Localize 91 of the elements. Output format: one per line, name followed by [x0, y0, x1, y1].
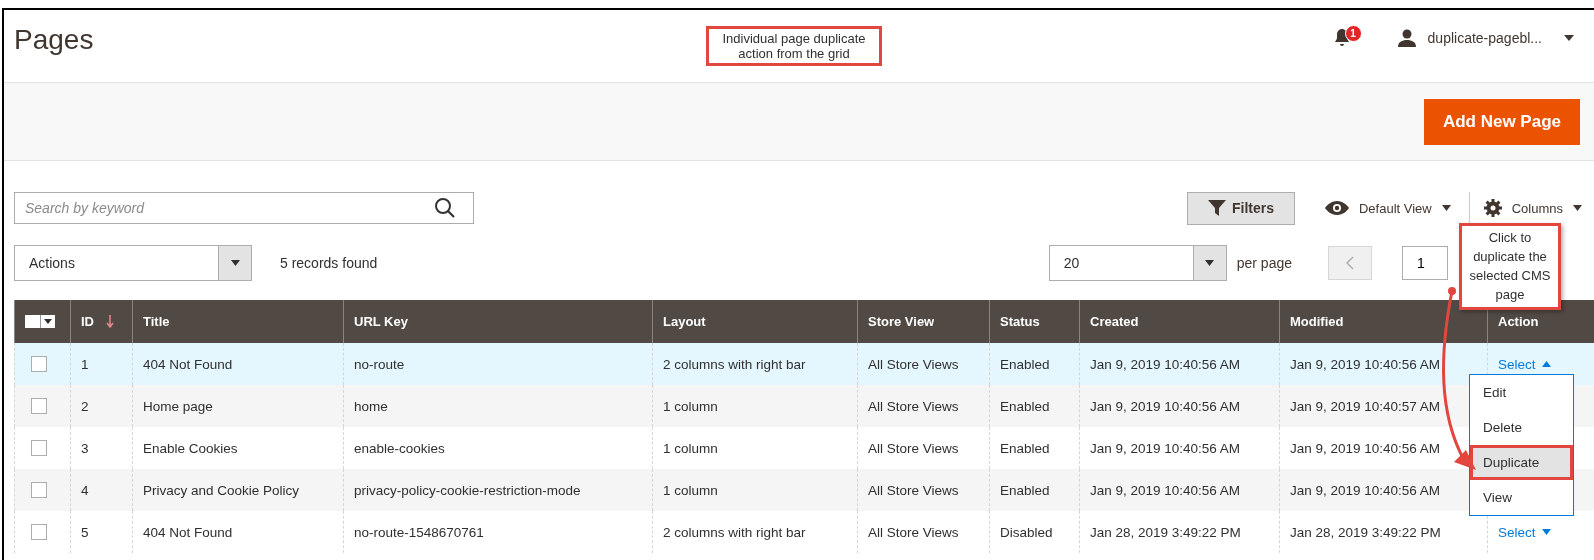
table-cell: no-route — [354, 356, 405, 372]
select-link[interactable]: Select — [1498, 524, 1551, 540]
caret-icon[interactable] — [1564, 35, 1574, 41]
column-header[interactable]: ID — [81, 314, 94, 329]
table-cell: All Store Views — [868, 356, 959, 372]
row-checkbox[interactable] — [31, 356, 47, 372]
row-checkbox[interactable] — [31, 440, 47, 456]
table-cell: 4 — [81, 482, 89, 498]
table-cell: All Store Views — [868, 398, 959, 414]
table-cell: enable-cookies — [354, 440, 445, 456]
column-header[interactable]: Store View — [868, 314, 935, 329]
user-menu[interactable]: duplicate-pagebl... — [1427, 30, 1542, 46]
user-icon — [1397, 29, 1416, 47]
table-cell: Jan 9, 2019 10:40:56 AM — [1090, 398, 1241, 414]
search-icon[interactable] — [434, 197, 456, 219]
caret-icon — [1541, 529, 1551, 535]
table-cell: Disabled — [1000, 524, 1053, 540]
sort-arrow-icon[interactable] — [106, 314, 114, 329]
table-cell: Enabled — [1000, 482, 1050, 498]
table-cell: All Store Views — [868, 440, 959, 456]
table-cell: Enable Cookies — [143, 440, 238, 456]
caret-icon — [1541, 361, 1551, 367]
per-page-dropdown[interactable]: 20 — [1048, 245, 1227, 281]
table-cell: 3 — [81, 440, 89, 456]
column-header[interactable]: Status — [1000, 314, 1040, 329]
table-row[interactable]: 1 404 Not Found no-route 2 columns with right bar All Store Views Enabled Jan 9, 2019 10:40:56 AM Jan 9, 2019 10:40:56 AM Select — [14, 343, 1594, 385]
caret-icon[interactable] — [40, 315, 55, 328]
add-new-page-button[interactable]: Add New Page — [1423, 98, 1580, 145]
table-cell: 5 — [81, 524, 89, 540]
table-cell: 404 Not Found — [143, 524, 233, 540]
menu-item[interactable]: Duplicate — [1470, 445, 1573, 480]
row-checkbox[interactable] — [31, 524, 47, 540]
table-cell: home — [354, 398, 388, 414]
table-cell: 1 column — [663, 398, 718, 414]
search-field[interactable]: Search by keyword — [14, 192, 474, 224]
notification-bell-icon[interactable] — [1332, 28, 1351, 48]
row-checkbox[interactable] — [31, 398, 47, 414]
table-cell: 404 Not Found — [143, 356, 233, 372]
table-cell: All Store Views — [868, 524, 959, 540]
gear-icon — [1483, 199, 1502, 217]
table-cell: Privacy and Cookie Policy — [143, 482, 300, 498]
annotation-callout: Click to duplicate the selected CMS page — [1459, 223, 1561, 311]
records-count: 5 records found — [280, 255, 378, 271]
chevron-left-icon — [1346, 256, 1354, 270]
caret-icon — [230, 260, 240, 266]
select-link[interactable]: Select — [1498, 356, 1551, 372]
column-header[interactable]: Created — [1090, 314, 1139, 329]
table-cell: 1 column — [663, 440, 718, 456]
table-cell: Home page — [143, 398, 213, 414]
table-cell: Jan 9, 2019 10:40:57 AM — [1290, 398, 1441, 414]
table-cell: Jan 9, 2019 10:40:56 AM — [1090, 482, 1241, 498]
caret-icon — [1573, 205, 1582, 211]
column-header[interactable]: Action — [1498, 314, 1539, 329]
table-cell: Jan 9, 2019 10:40:56 AM — [1090, 440, 1241, 456]
column-header[interactable]: Modified — [1290, 314, 1344, 329]
table-cell: Jan 9, 2019 10:40:56 AM — [1290, 440, 1441, 456]
previous-page-button[interactable] — [1328, 246, 1372, 280]
table-cell: Jan 9, 2019 10:40:56 AM — [1290, 482, 1441, 498]
column-header[interactable]: Layout — [663, 314, 706, 329]
table-cell: All Store Views — [868, 482, 959, 498]
table-cell: 2 columns with right bar — [663, 356, 806, 372]
table-cell: Enabled — [1000, 398, 1050, 414]
per-page-label: per page — [1236, 255, 1292, 271]
row-checkbox[interactable] — [31, 482, 47, 498]
table-cell: 2 — [81, 398, 89, 414]
page-number-field[interactable]: 1 — [1402, 246, 1448, 280]
page-title: Pages — [14, 24, 94, 56]
table-cell: 1 — [81, 356, 89, 372]
table-cell: Jan 28, 2019 3:49:22 PM — [1090, 524, 1241, 540]
table-cell: Jan 28, 2019 3:49:22 PM — [1290, 524, 1441, 540]
table-cell: privacy-policy-cookie-restriction-mode — [354, 482, 581, 498]
columns-control[interactable]: Columns — [1483, 199, 1582, 217]
table-cell: Jan 9, 2019 10:40:56 AM — [1090, 356, 1241, 372]
table-cell: 2 columns with right bar — [663, 524, 806, 540]
table-cell: Jan 9, 2019 10:40:56 AM — [1290, 356, 1441, 372]
caret-icon — [1205, 260, 1215, 266]
select-all-checkbox[interactable] — [25, 315, 40, 328]
table-cell: Enabled — [1000, 440, 1050, 456]
table-cell: 1 column — [663, 482, 718, 498]
table-cell: Enabled — [1000, 356, 1050, 372]
filter-icon — [1207, 200, 1226, 216]
column-header[interactable]: URL Key — [354, 314, 408, 329]
notification-count: 1 — [1344, 24, 1362, 42]
table-cell: no-route-1548670761 — [354, 524, 484, 540]
view-switcher[interactable]: Default View — [1324, 200, 1451, 216]
eye-icon — [1324, 201, 1349, 215]
caret-icon — [1441, 205, 1451, 211]
column-header[interactable]: Title — [143, 314, 170, 329]
filters-button[interactable]: Filters — [1186, 191, 1295, 225]
actions-dropdown[interactable]: Actions — [14, 245, 252, 281]
annotation-callout: Individual page duplicate action from the grid — [706, 26, 882, 66]
